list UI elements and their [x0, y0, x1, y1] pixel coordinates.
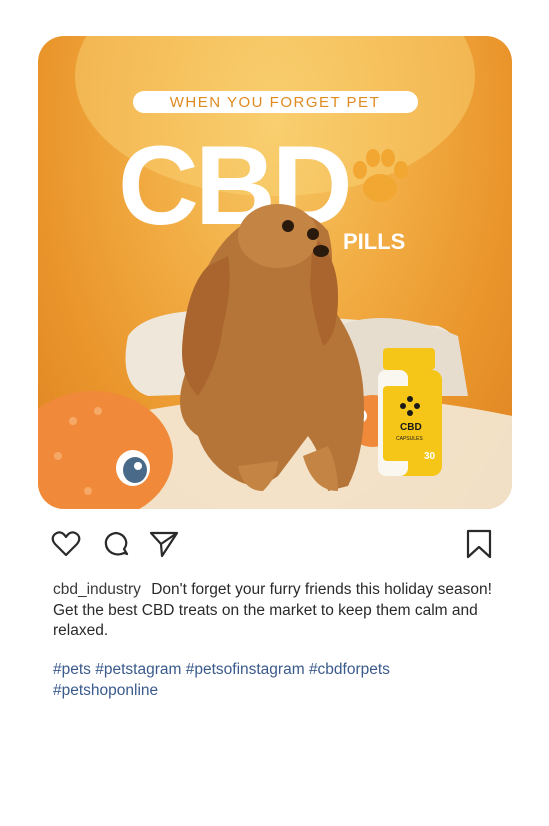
bottle-sublabel: CAPSULES [396, 436, 423, 442]
bottle-count: 30 [424, 451, 436, 462]
username[interactable]: cbd_industry [53, 581, 141, 598]
hashtag[interactable]: #petsofinstagram [186, 661, 305, 678]
post-caption: cbd_industry Don't forget your furry fri… [53, 580, 503, 642]
send-icon[interactable] [148, 528, 180, 565]
bottle-label: CBD [400, 422, 422, 433]
comment-icon[interactable] [100, 528, 132, 565]
pill-bottle: CBD CAPSULES 30 [378, 348, 442, 476]
headline-text: WHEN YOU FORGET PET [170, 94, 380, 111]
hashtag[interactable]: #pets [53, 661, 91, 678]
bookmark-icon[interactable] [464, 528, 494, 565]
toy-fish-left [38, 391, 173, 509]
hashtag[interactable]: #petshoponline [53, 682, 158, 699]
hashtag[interactable]: #cbdforpets [309, 661, 390, 678]
subtitle-text: PILLS [343, 229, 405, 254]
heart-icon[interactable] [50, 528, 82, 565]
hashtags: #pets #petstagram #petsofinstagram #cbdf… [53, 660, 503, 701]
action-bar [38, 528, 512, 568]
hashtag[interactable]: #petstagram [95, 661, 181, 678]
post-image[interactable]: WHEN YOU FORGET PET CBD PILLS CBD CAPSUL… [38, 36, 512, 509]
